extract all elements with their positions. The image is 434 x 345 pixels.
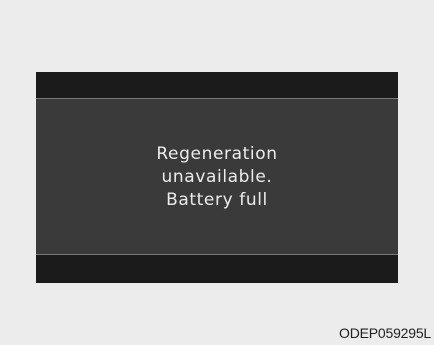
message-line-2: unavailable. [161,167,273,187]
message-line-3: Battery full [166,190,268,210]
figure-code-label: ODEP059295L [339,325,431,341]
display-message-panel: Regeneration unavailable. Battery full [36,98,398,255]
display-bottom-bar [36,255,398,283]
cluster-display: Regeneration unavailable. Battery full [36,72,398,283]
message-line-1: Regeneration [156,144,278,164]
regeneration-message: Regeneration unavailable. Battery full [156,143,277,212]
display-top-bar [36,72,398,98]
